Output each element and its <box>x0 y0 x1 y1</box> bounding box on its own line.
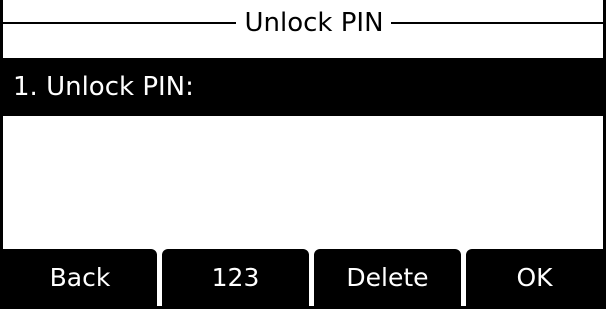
back-softkey[interactable]: Back <box>3 249 157 306</box>
page-title: Unlock PIN <box>244 8 384 38</box>
delete-softkey[interactable]: Delete <box>314 249 461 306</box>
input-mode-softkey[interactable]: 123 <box>162 249 309 306</box>
title-divider-right <box>391 22 603 24</box>
phone-screen: Unlock PIN 1. Unlock PIN: Back 123 Delet… <box>0 0 606 309</box>
title-divider-left <box>3 22 236 24</box>
list-item-label: 1. Unlock PIN: <box>13 72 194 102</box>
ok-softkey[interactable]: OK <box>466 249 603 306</box>
list-item-unlock-pin[interactable]: 1. Unlock PIN: <box>3 58 603 116</box>
title-bar: Unlock PIN <box>3 0 603 48</box>
softkey-bar: Back 123 Delete OK <box>3 249 603 306</box>
